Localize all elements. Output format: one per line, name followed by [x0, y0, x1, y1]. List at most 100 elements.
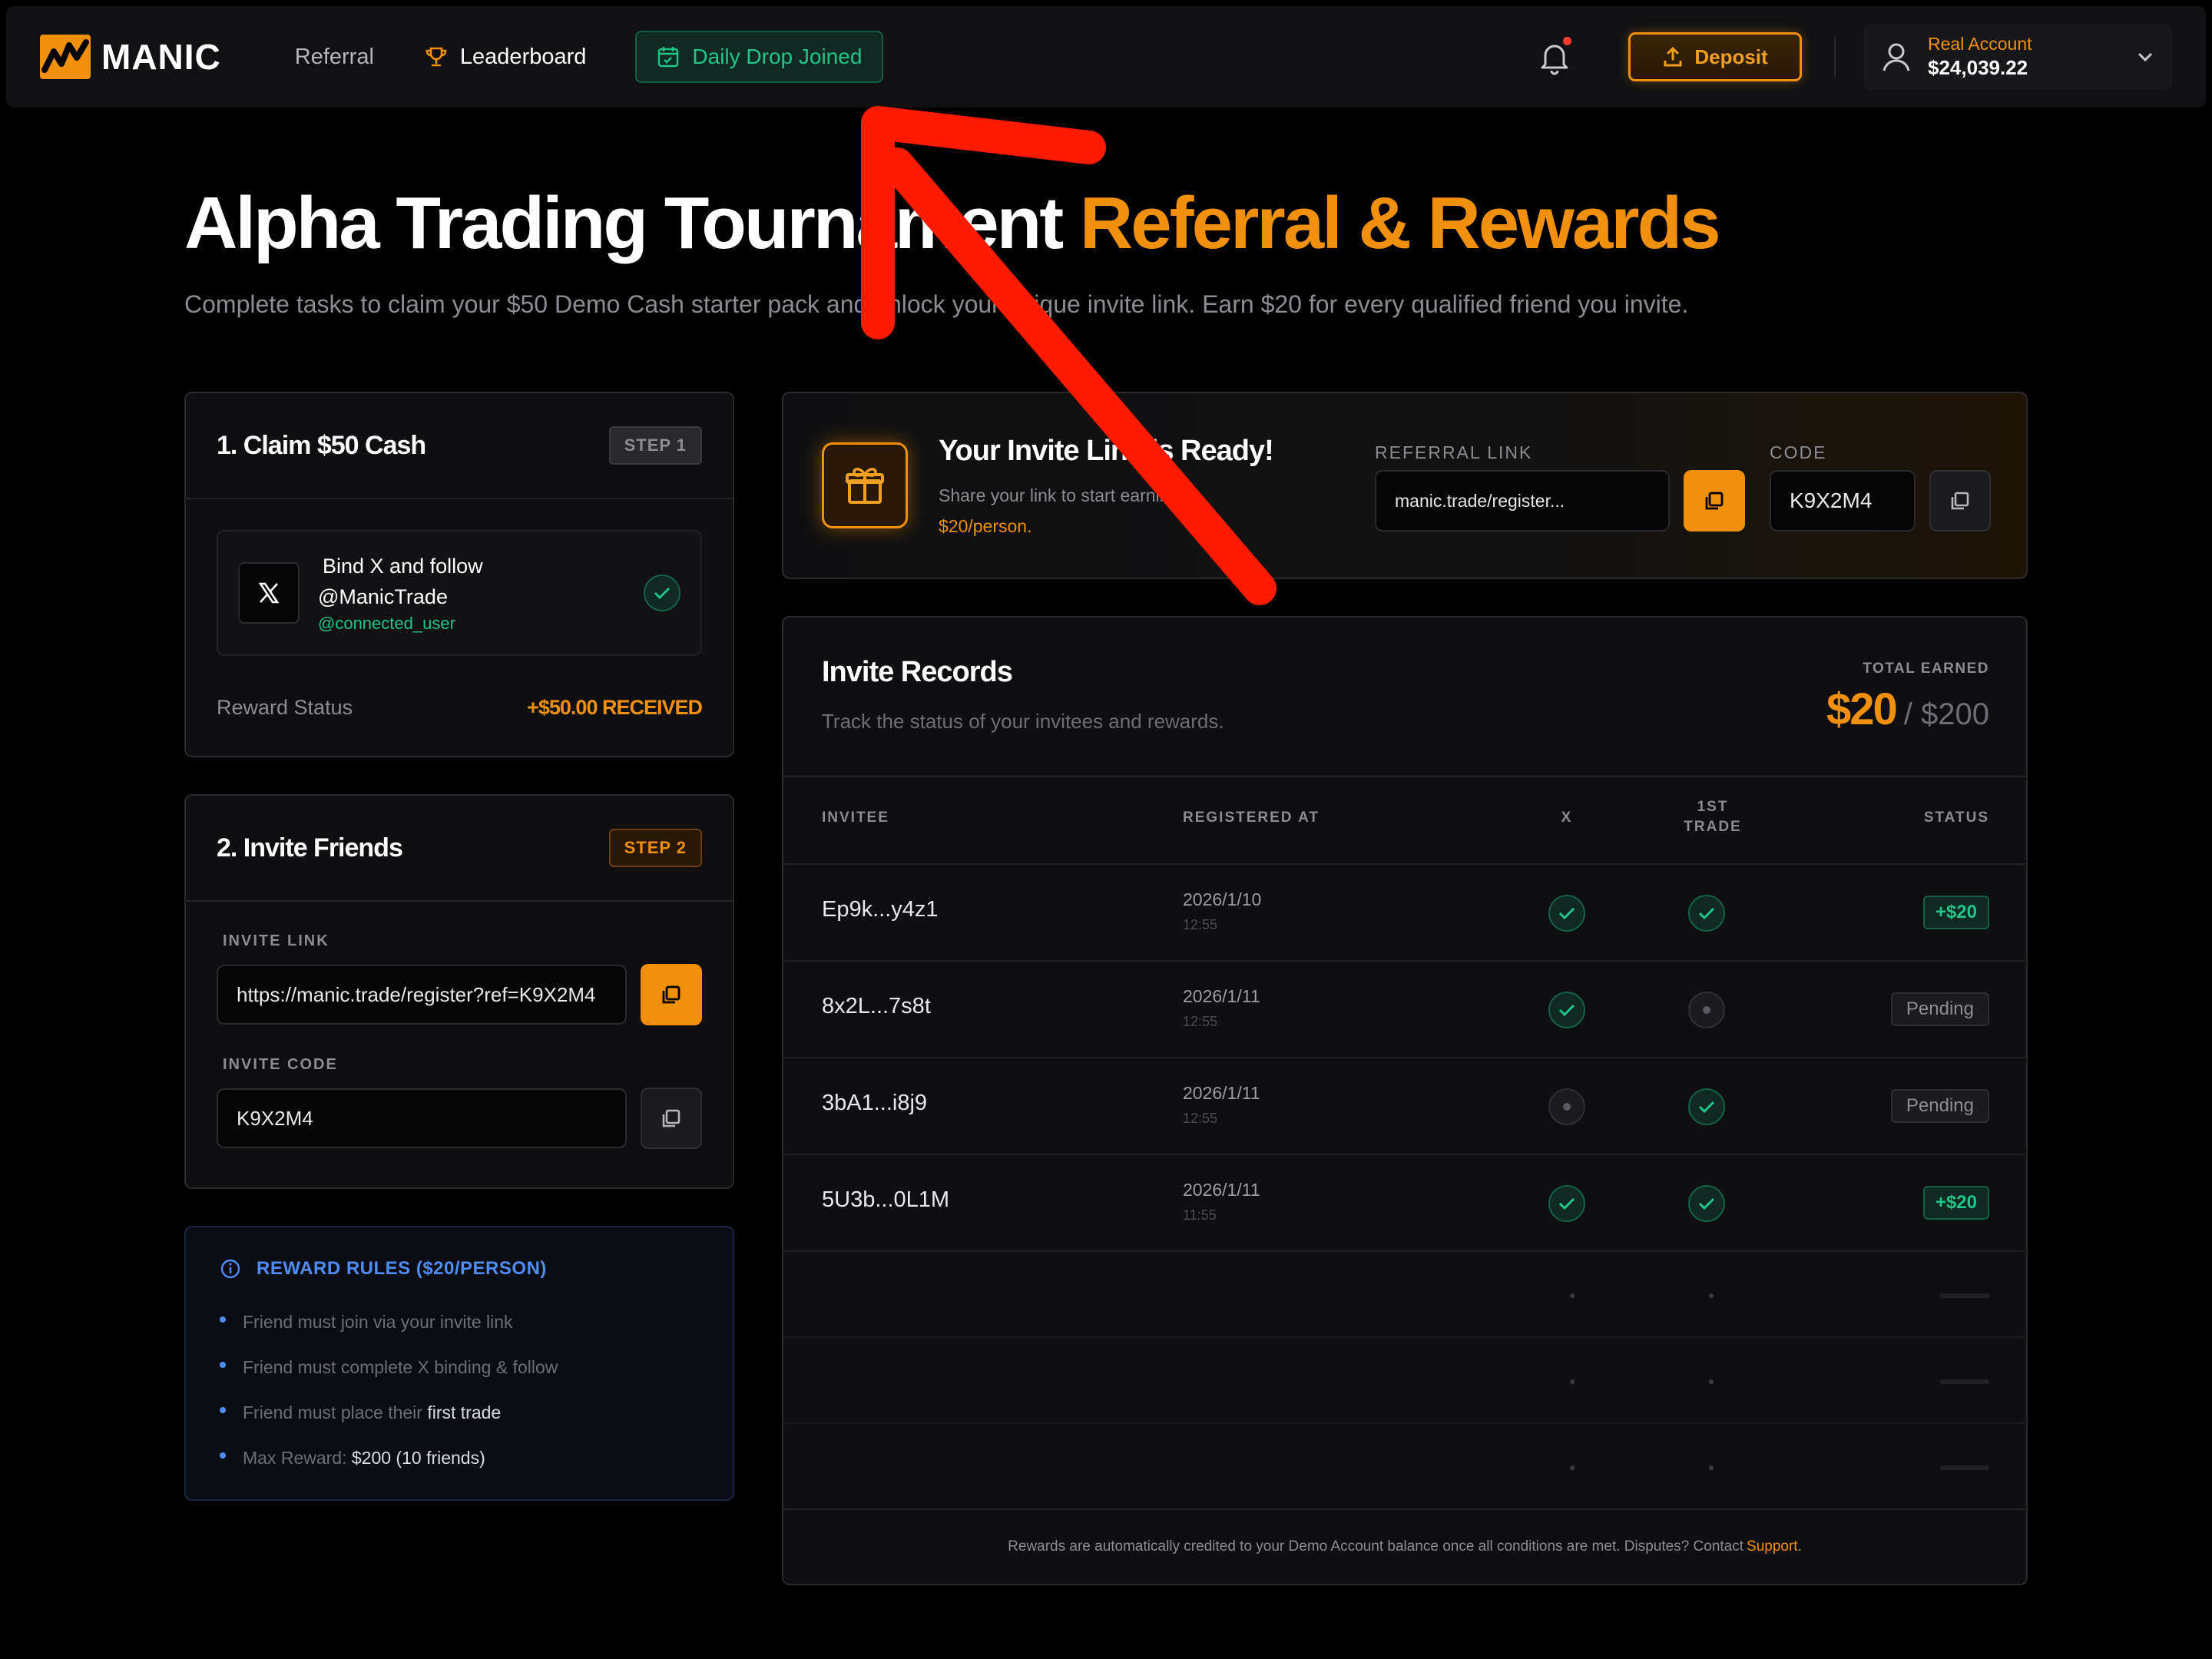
- copy-link-button[interactable]: [641, 964, 702, 1025]
- bind-x-texts: Bind X and follow @ManicTrade @connected…: [318, 551, 483, 635]
- account-switcher[interactable]: Real Account $24,039.22: [1863, 24, 2172, 90]
- invite-link-label: INVITE LINK: [223, 932, 329, 949]
- registered-date: 2026/1/11: [1183, 1180, 1260, 1200]
- page-title: Alpha Trading Tournament Referral & Rewa…: [184, 181, 1721, 266]
- status-badge: +$20: [1922, 896, 1989, 929]
- task-title-line2: @ManicTrade: [318, 585, 448, 608]
- trade-pending-icon: [1688, 992, 1725, 1028]
- x-check-icon: [1548, 895, 1585, 932]
- trade-check-icon: [1688, 1185, 1725, 1222]
- deposit-icon: [1664, 46, 1682, 67]
- copy-code-button[interactable]: [1929, 470, 1991, 531]
- x-pending-icon: [1548, 1088, 1585, 1125]
- daily-drop-badge[interactable]: Daily Drop Joined: [635, 31, 884, 83]
- invitee-address: 8x2L...7s8t: [822, 994, 931, 1018]
- rule-text: Friend must place their: [243, 1402, 428, 1422]
- invite-code-label: INVITE CODE: [223, 1056, 338, 1073]
- page-title-accent: Referral & Rewards: [1079, 182, 1721, 264]
- notification-bell[interactable]: [1538, 37, 1571, 75]
- invitee-address: Ep9k...y4z1: [822, 897, 939, 922]
- invite-ready-subtitle: Share your link to start earning: [939, 485, 1180, 505]
- invite-code-row: K9X2M4: [217, 1088, 733, 1149]
- col-invitee: INVITEE: [822, 810, 889, 826]
- support-link[interactable]: Support.: [1747, 1538, 1802, 1555]
- status-badge: +$20: [1922, 1186, 1989, 1220]
- status-badge: Pending: [1890, 992, 1989, 1026]
- reward-status-row: Reward Status +$50.00 RECEIVED: [186, 696, 733, 720]
- total-earned: $20 / $200: [1826, 684, 1989, 735]
- check-icon: [644, 575, 680, 611]
- rule-text: Max Reward:: [243, 1448, 352, 1468]
- code-field[interactable]: K9X2M4: [1770, 470, 1916, 531]
- invitee-address: 3bA1...i8j9: [822, 1091, 928, 1115]
- invite-link-field[interactable]: https://manic.trade/register?ref=K9X2M4: [217, 965, 627, 1025]
- bind-x-task[interactable]: Bind X and follow @ManicTrade @connected…: [217, 530, 702, 656]
- total-earned-label: TOTAL EARNED: [1863, 661, 1989, 677]
- manic-logo-icon: [40, 35, 91, 79]
- trade-check-icon: [1688, 895, 1725, 932]
- page-subtitle: Complete tasks to claim your $50 Demo Ca…: [184, 290, 1689, 318]
- calendar-check-icon: [658, 47, 679, 68]
- reward-status-label: Reward Status: [217, 696, 353, 719]
- brand-name: MANIC: [101, 37, 221, 77]
- account-info: Real Account $24,039.22: [1928, 34, 2032, 80]
- connected-user: @connected_user: [318, 614, 455, 633]
- invite-code-field[interactable]: K9X2M4: [217, 1088, 627, 1148]
- claim-card-title: 1. Claim $50 Cash: [217, 430, 426, 460]
- copy-icon: [1951, 492, 1969, 510]
- invite-link-row: https://manic.trade/register?ref=K9X2M4: [217, 964, 733, 1025]
- trade-check-icon: [1688, 1088, 1725, 1125]
- empty-row: [783, 1424, 2026, 1510]
- claim-card-header: 1. Claim $50 Cash STEP 1: [186, 393, 733, 499]
- rules-list: Friend must join via your invite link Fr…: [220, 1300, 699, 1481]
- account-balance: $24,039.22: [1928, 56, 2028, 79]
- x-check-icon: [1548, 992, 1585, 1028]
- divider: [783, 776, 2026, 777]
- col-first-trade-l2: TRADE: [1684, 819, 1742, 835]
- copy-referral-link-button[interactable]: [1684, 470, 1745, 531]
- records-footer-text: Rewards are automatically credited to yo…: [1008, 1538, 1744, 1555]
- col-first-trade-l1: 1ST: [1697, 799, 1729, 815]
- registered-date: 2026/1/11: [1183, 1083, 1260, 1103]
- rule-item: Friend must place their first trade: [220, 1390, 699, 1435]
- invite-ready-rate: $20/person.: [939, 516, 1032, 536]
- invitee-address: 5U3b...0L1M: [822, 1187, 950, 1212]
- referral-link-field[interactable]: manic.trade/register...: [1375, 470, 1670, 531]
- copy-code-button[interactable]: [641, 1088, 702, 1149]
- invite-records: Invite Records Track the status of your …: [782, 616, 2028, 1585]
- reward-rules-header: REWARD RULES ($20/PERSON): [220, 1258, 699, 1280]
- claim-card: 1. Claim $50 Cash STEP 1 Bind X and foll…: [184, 392, 734, 757]
- deposit-button[interactable]: Deposit: [1628, 32, 1802, 81]
- empty-row: [783, 1252, 2026, 1338]
- rule-text: Friend must complete X binding & follow: [243, 1357, 558, 1377]
- page-title-main: Alpha Trading Tournament: [184, 182, 1080, 264]
- invite-card-header: 2. Invite Friends STEP 2: [186, 796, 733, 902]
- chevron-down-icon: [2137, 52, 2153, 62]
- user-icon: [1883, 43, 1910, 71]
- registered-date: 2026/1/11: [1183, 986, 1260, 1006]
- nav-leaderboard-label: Leaderboard: [459, 44, 587, 69]
- registered-time: 11:55: [1183, 1207, 1217, 1223]
- reward-rules-title: REWARD RULES ($20/PERSON): [257, 1258, 547, 1279]
- nav-separator: [1834, 37, 1836, 77]
- x-check-icon: [1548, 1185, 1585, 1222]
- table-row: Ep9k...y4z1 2026/1/10 12:55 +$20: [783, 865, 2026, 962]
- nav-leaderboard[interactable]: Leaderboard: [425, 45, 586, 70]
- registered-date: 2026/1/10: [1183, 889, 1262, 909]
- invite-ready-card: Your Invite Link is Ready! Share your li…: [782, 392, 2028, 579]
- reward-status-value: +$50.00 RECEIVED: [527, 696, 703, 719]
- code-label: CODE: [1770, 442, 1827, 462]
- step-badge: STEP 1: [608, 426, 702, 465]
- brand-logo[interactable]: MANIC: [40, 35, 221, 79]
- rule-highlight: $200 (10 friends): [351, 1448, 485, 1468]
- nav-referral[interactable]: Referral: [295, 45, 374, 70]
- nav-right: Deposit Real Account $24,039.22: [1538, 24, 2172, 90]
- registered-time: 12:55: [1183, 1111, 1218, 1126]
- registered-time: 12:55: [1183, 917, 1218, 932]
- registered-time: 12:55: [1183, 1014, 1218, 1029]
- table-row: 5U3b...0L1M 2026/1/11 11:55 +$20: [783, 1155, 2026, 1252]
- copy-icon: [1705, 492, 1724, 510]
- account-type: Real Account: [1928, 34, 2032, 54]
- status-badge: Pending: [1890, 1089, 1989, 1123]
- x-logo-icon: [238, 562, 300, 624]
